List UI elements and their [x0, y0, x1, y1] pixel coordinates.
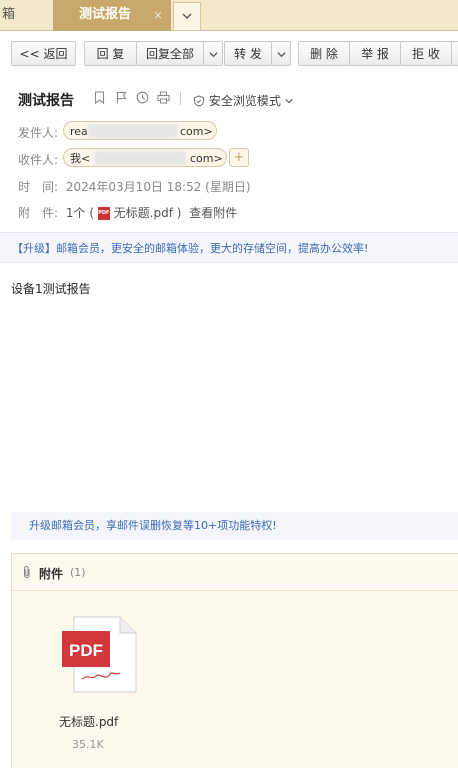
tab-active-report[interactable]: 测试报告 × [53, 0, 171, 31]
chevron-down-icon [285, 99, 293, 104]
mail-subject: 测试报告 [18, 93, 74, 109]
reply-button[interactable]: 回 复 [84, 41, 137, 66]
tab-more-chevron-down-icon[interactable] [173, 2, 201, 30]
sender-redacted [88, 124, 178, 138]
divider [180, 92, 181, 105]
safe-mode-menu[interactable]: 安全浏览模式 [193, 92, 293, 109]
recipient-start: 我< [70, 152, 91, 165]
forward-button[interactable]: 转 发 [224, 41, 272, 66]
upgrade-banner-top[interactable]: 【升级】邮箱会员，更安全的邮箱体验，更大的存储空间，提高办公效率! [0, 232, 458, 263]
from-label: 发件人: [18, 126, 59, 140]
time-row: 时 间: 2024年03月10日 18:52 (星期日) [18, 178, 251, 195]
attachments-title: 附件 [39, 567, 64, 581]
bookmark-icon[interactable] [92, 89, 106, 107]
attachments-panel: 附件 (1) PDF 无标题.pdf 35.1K [11, 553, 458, 768]
tab-active-label: 测试报告 [79, 7, 132, 22]
mail-toolbar: << 返回 回 复 回复全部 转 发 删 除 举 报 拒 收 [0, 31, 458, 81]
print-icon[interactable] [156, 89, 170, 107]
pdf-document-icon: PDF [62, 616, 137, 693]
back-button[interactable]: << 返回 [11, 41, 76, 66]
forward-dropdown-chevron-down-icon[interactable] [271, 41, 291, 66]
report-button[interactable]: 举 报 [349, 41, 401, 66]
paperclip-icon [22, 565, 32, 582]
tab-bar: 箱 测试报告 × [0, 0, 458, 31]
pdf-file-icon: PDF [97, 207, 110, 220]
tab-previous-label: 箱 [2, 7, 16, 22]
attachments-header: 附件 (1) [12, 554, 458, 591]
recipient-redacted [94, 151, 186, 165]
attachment-file-name[interactable]: 无标题.pdf [59, 713, 118, 730]
view-attachments-link[interactable]: 查看附件 [189, 206, 237, 220]
attachment-file-size: 35.1K [72, 738, 104, 751]
recipient-end: com> [190, 152, 223, 165]
attachment-name-link[interactable]: 无标题.pdf [114, 206, 173, 220]
attachment-count: 1个 ( [65, 206, 95, 220]
tab-close-icon[interactable]: × [153, 0, 163, 30]
time-label: 时 间: [18, 180, 59, 194]
sender-end: com> [180, 125, 213, 138]
sender-chip[interactable]: rea com> [63, 121, 217, 140]
sender-start: rea [70, 125, 88, 138]
delete-button[interactable]: 删 除 [298, 41, 350, 66]
upgrade-banner-bottom[interactable]: 升级邮箱会员，享邮件误删恢复等10+项功能特权! [11, 512, 458, 540]
flag-icon[interactable] [114, 89, 128, 107]
mail-body-text: 设备1测试报告 [11, 282, 91, 296]
pdf-badge-text: PDF [69, 641, 103, 660]
time-value: 2024年03月10日 18:52 (星期日) [65, 180, 251, 194]
attachment-row: 附 件: 1个 ( PDF 无标题.pdf ) 查看附件 [18, 204, 237, 221]
attachment-file-pdf[interactable]: PDF [62, 616, 138, 697]
to-label: 收件人: [18, 153, 59, 167]
reply-dropdown-chevron-down-icon[interactable] [203, 41, 223, 66]
tab-previous[interactable]: 箱 [0, 0, 54, 30]
reject-button[interactable]: 拒 收 [400, 41, 452, 66]
shield-icon [193, 95, 205, 107]
upgrade-banner-bottom-text: 升级邮箱会员，享邮件误删恢复等10+项功能特权! [29, 519, 277, 532]
reply-all-button[interactable]: 回复全部 [136, 41, 204, 66]
more-button[interactable] [451, 41, 458, 66]
clock-icon[interactable] [135, 89, 149, 107]
safe-mode-label: 安全浏览模式 [208, 94, 281, 108]
add-contact-button[interactable]: + [229, 148, 249, 167]
attachment-close-paren: ) [176, 206, 182, 220]
attachments-count: (1) [70, 566, 86, 579]
recipient-chip[interactable]: 我< com> [63, 148, 227, 167]
attachment-label: 附 件: [18, 206, 59, 220]
upgrade-banner-top-text: 【升级】邮箱会员，更安全的邮箱体验，更大的存储空间，提高办公效率! [12, 242, 369, 255]
